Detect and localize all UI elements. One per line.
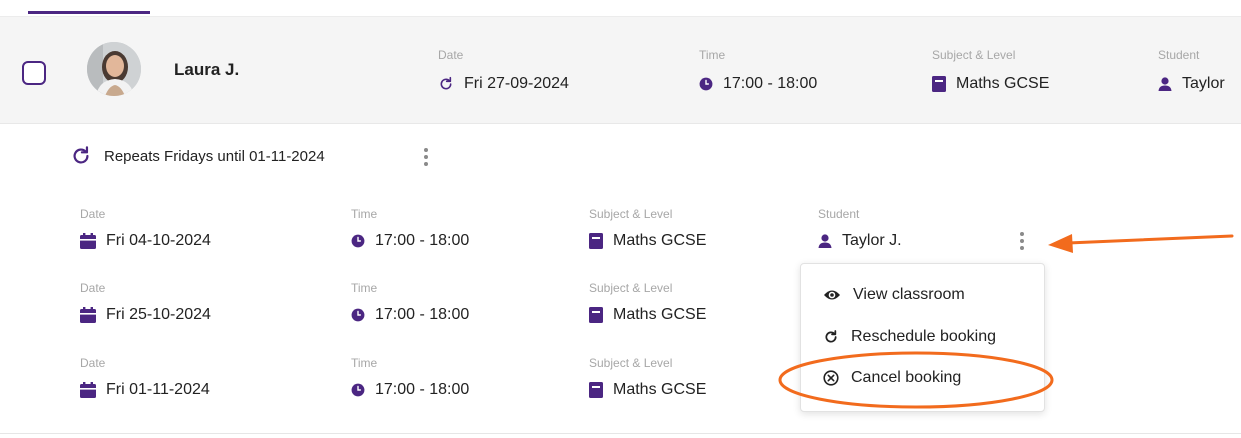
cancel-booking-label: Cancel booking: [851, 369, 962, 386]
session-3-date-text: Fri 01-11-2024: [106, 381, 210, 398]
session-options-menu: View classroom Reschedule booking Cancel…: [800, 263, 1045, 412]
session-3-time-text: 17:00 - 18:00: [375, 381, 470, 398]
cancel-circle-icon: [823, 370, 839, 386]
session-1-date: Fri 04-10-2024: [80, 232, 211, 250]
session-1-subject: Maths GCSE: [589, 232, 706, 250]
session-1-time-label: Time: [351, 207, 378, 221]
clock-icon: [351, 308, 365, 322]
reschedule-booking-label: Reschedule booking: [851, 328, 996, 345]
booking-date-text: Fri 27-09-2024: [464, 75, 569, 92]
person-icon: [818, 234, 832, 248]
session-3-date: Fri 01-11-2024: [80, 381, 210, 399]
reschedule-booking-menu-item[interactable]: Reschedule booking: [823, 328, 996, 346]
session-3-subject-text: Maths GCSE: [613, 381, 707, 398]
eye-icon: [824, 290, 840, 300]
view-classroom-menu-item[interactable]: View classroom: [823, 286, 965, 304]
session-1-subject-text: Maths GCSE: [613, 232, 707, 249]
clock-icon: [699, 77, 713, 91]
book-icon: [589, 382, 603, 398]
tutor-name: Laura J.: [174, 60, 240, 79]
avatar: [87, 42, 141, 96]
session-1-time-text: 17:00 - 18:00: [375, 232, 470, 249]
session-3-subject: Maths GCSE: [589, 381, 706, 399]
session-3-time-label: Time: [351, 356, 378, 370]
booking-subject-text: Maths GCSE: [956, 75, 1050, 92]
select-checkbox[interactable]: [22, 61, 46, 85]
booking-student: Taylor: [1158, 75, 1225, 93]
clock-icon: [351, 383, 365, 397]
session-1-student: Taylor J.: [818, 232, 902, 250]
booking-subject: Maths GCSE: [932, 75, 1049, 93]
subject-label: Subject & Level: [932, 48, 1016, 62]
series-more-options-button[interactable]: [421, 145, 431, 169]
session-2-subject-text: Maths GCSE: [613, 306, 707, 323]
session-2-date-text: Fri 25-10-2024: [106, 306, 211, 323]
session-1-date-label: Date: [80, 207, 106, 221]
repeat-icon: [73, 146, 89, 164]
booking-row[interactable]: Laura J. Date Fri 27-09-2024 Time 17:00 …: [0, 16, 1241, 124]
annotation-arrow: [1048, 234, 1234, 253]
session-1-subject-label: Subject & Level: [589, 207, 673, 221]
booking-date: Fri 27-09-2024: [438, 75, 569, 93]
book-icon: [589, 233, 603, 249]
reschedule-icon: [825, 330, 837, 343]
booking-student-text: Taylor: [1182, 75, 1225, 92]
calendar-icon: [80, 307, 96, 323]
active-tab-indicator: [28, 11, 150, 14]
divider: [0, 433, 1241, 434]
book-icon: [589, 307, 603, 323]
booking-time-text: 17:00 - 18:00: [723, 75, 818, 92]
book-icon: [932, 76, 946, 92]
session-3-subject-label: Subject & Level: [589, 356, 673, 370]
kebab-dot: [1020, 232, 1024, 236]
session-1-date-text: Fri 04-10-2024: [106, 232, 211, 249]
cancel-booking-menu-item[interactable]: Cancel booking: [823, 369, 961, 387]
kebab-dot: [1020, 246, 1024, 250]
session-2-time-label: Time: [351, 281, 378, 295]
date-label: Date: [438, 48, 464, 62]
repeat-info: Repeats Fridays until 01-11-2024: [70, 145, 325, 167]
booking-time: 17:00 - 18:00: [699, 75, 817, 93]
session-1-student-text: Taylor J.: [842, 232, 902, 249]
session-2-date: Fri 25-10-2024: [80, 306, 211, 324]
session-1-time: 17:00 - 18:00: [351, 232, 469, 250]
repeat-text: Repeats Fridays until 01-11-2024: [104, 147, 325, 165]
session-1-student-label: Student: [818, 207, 860, 221]
session-2-time-text: 17:00 - 18:00: [375, 306, 470, 323]
session-3-date-label: Date: [80, 356, 106, 370]
kebab-dot: [424, 148, 428, 152]
time-label: Time: [699, 48, 726, 62]
student-label: Student: [1158, 48, 1200, 62]
session-2-date-label: Date: [80, 281, 106, 295]
kebab-dot: [1020, 239, 1024, 243]
clock-icon: [351, 234, 365, 248]
session-2-subject-label: Subject & Level: [589, 281, 673, 295]
view-classroom-label: View classroom: [853, 286, 965, 303]
calendar-icon: [80, 233, 96, 249]
kebab-dot: [424, 162, 428, 166]
session-2-time: 17:00 - 18:00: [351, 306, 469, 324]
session-2-subject: Maths GCSE: [589, 306, 706, 324]
person-icon: [1158, 77, 1172, 91]
calendar-icon: [80, 382, 96, 398]
repeat-icon: [440, 76, 452, 90]
session-more-options-button[interactable]: [1017, 229, 1027, 253]
kebab-dot: [424, 155, 428, 159]
session-3-time: 17:00 - 18:00: [351, 381, 469, 399]
